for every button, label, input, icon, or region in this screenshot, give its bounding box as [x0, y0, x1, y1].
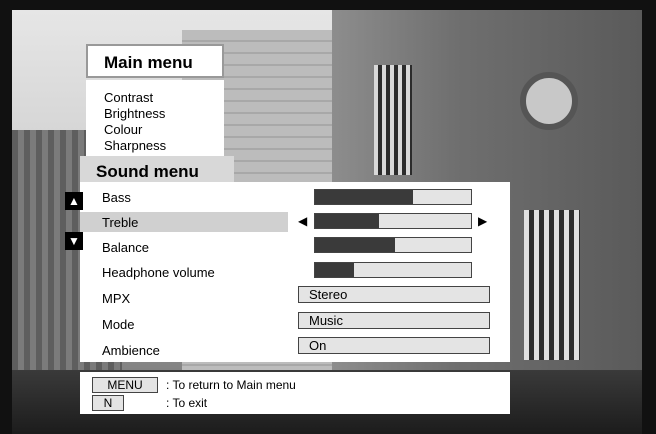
exit-key-description: : To exit	[166, 396, 208, 410]
treble-slider[interactable]	[314, 213, 472, 229]
bass-slider[interactable]	[314, 189, 472, 205]
ambience-value-field[interactable]: On	[298, 337, 490, 354]
main-menu-item-brightness[interactable]: Brightness	[104, 106, 224, 122]
option-indicator-dots	[314, 306, 328, 319]
bass-slider-fill	[315, 190, 414, 204]
triangle-left-icon[interactable]: ◀	[298, 214, 307, 228]
balance-label[interactable]: Balance	[102, 240, 149, 255]
ambience-label[interactable]: Ambience	[102, 343, 160, 358]
arrow-down-icon[interactable]: ▼	[65, 232, 83, 250]
headphone-volume-slider[interactable]	[314, 262, 472, 278]
treble-slider-fill	[315, 214, 379, 228]
mpx-label[interactable]: MPX	[102, 291, 130, 306]
main-menu-item-colour[interactable]: Colour	[104, 122, 224, 138]
treble-label[interactable]: Treble	[102, 215, 138, 230]
sound-menu-title: Sound menu	[80, 156, 234, 182]
option-indicator-dots	[314, 281, 328, 294]
main-menu-item-sharpness[interactable]: Sharpness	[104, 138, 224, 154]
menu-key-description: : To return to Main menu	[166, 378, 296, 392]
headphone-volume-slider-fill	[315, 263, 354, 277]
mpx-value-field[interactable]: Stereo	[298, 286, 490, 303]
menu-key-button[interactable]: MENU	[92, 377, 158, 393]
triangle-right-icon[interactable]: ▶	[478, 214, 487, 228]
balance-slider-fill	[315, 238, 395, 252]
arrow-up-icon[interactable]: ▲	[65, 192, 83, 210]
mode-value-field[interactable]: Music	[298, 312, 490, 329]
bass-label[interactable]: Bass	[102, 190, 131, 205]
balance-slider[interactable]	[314, 237, 472, 253]
main-menu-item-contrast[interactable]: Contrast	[104, 90, 224, 106]
exit-key-button[interactable]: N	[92, 395, 124, 411]
mode-label[interactable]: Mode	[102, 317, 135, 332]
main-menu-list: Contrast Brightness Colour Sharpness	[86, 80, 224, 158]
option-indicator-dots	[314, 331, 328, 344]
main-menu-title: Main menu	[86, 44, 224, 78]
headphone-volume-label[interactable]: Headphone volume	[102, 265, 215, 280]
